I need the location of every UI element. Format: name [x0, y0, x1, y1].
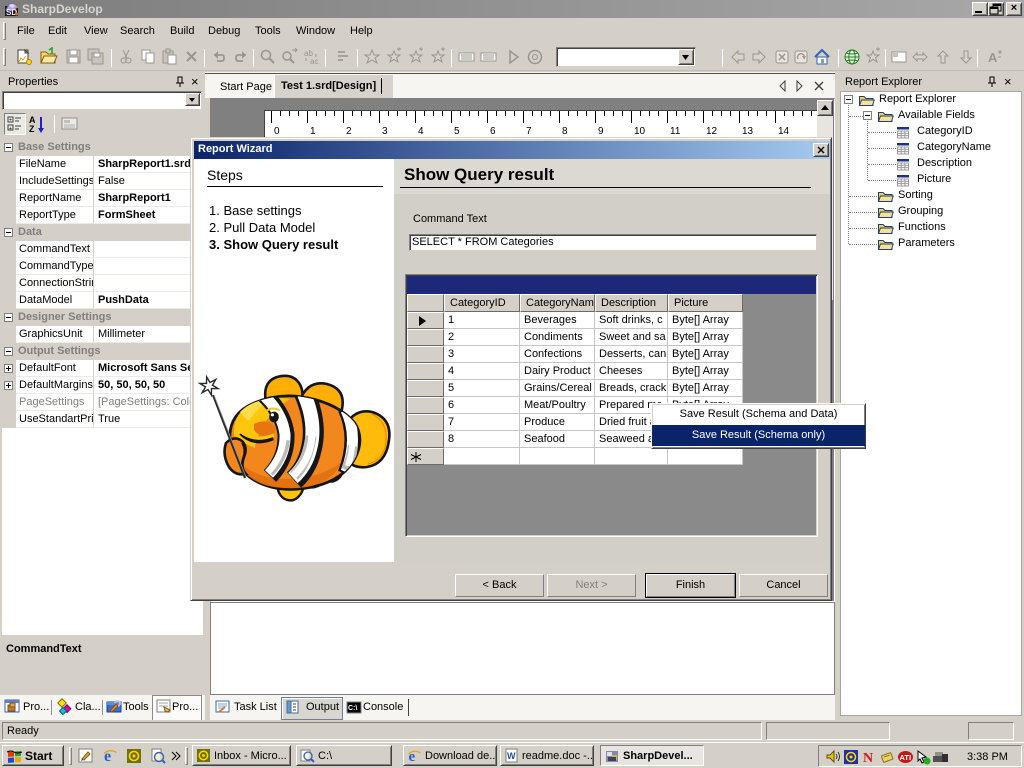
svg-text:ac: ac — [310, 57, 318, 66]
svg-text:+: + — [9, 126, 12, 132]
svg-text:11: 11 — [670, 126, 681, 137]
svg-text:A: A — [988, 50, 998, 65]
svg-text:W: W — [507, 751, 516, 761]
svg-text:13: 13 — [742, 126, 754, 137]
svg-text:9: 9 — [598, 126, 604, 137]
svg-text:+: + — [9, 118, 12, 124]
svg-text:12: 12 — [706, 126, 718, 137]
svg-text:8: 8 — [562, 126, 568, 137]
svg-text:SD: SD — [6, 8, 17, 17]
svg-text:0: 0 — [274, 126, 280, 137]
svg-text:1: 1 — [310, 126, 316, 137]
svg-text:C:\: C:\ — [348, 705, 357, 712]
svg-text:14: 14 — [778, 126, 790, 137]
svg-text:3: 3 — [382, 126, 388, 137]
svg-text:10: 10 — [634, 126, 646, 137]
svg-text:N: N — [863, 751, 873, 765]
svg-text:Z: Z — [29, 124, 35, 134]
svg-text:5: 5 — [454, 126, 460, 137]
svg-text:ATI: ATI — [900, 753, 912, 762]
svg-text:6: 6 — [490, 126, 496, 137]
svg-text:4: 4 — [418, 126, 424, 137]
svg-text:7: 7 — [526, 126, 532, 137]
svg-text:2: 2 — [346, 126, 352, 137]
